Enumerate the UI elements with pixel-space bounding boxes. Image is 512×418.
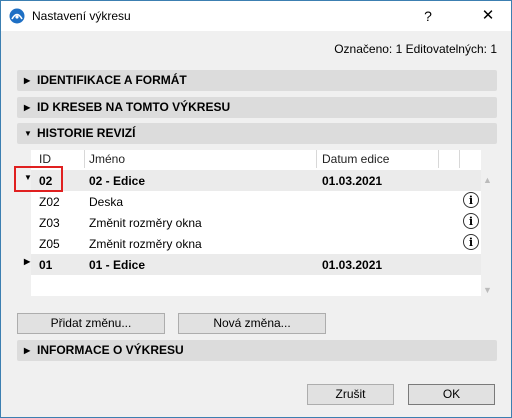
row-name: 01 - Edice [89, 258, 146, 272]
table-header: ID Jméno Datum edice [31, 150, 481, 168]
row-id: Z05 [39, 237, 60, 251]
scroll-up-icon[interactable]: ▲ [483, 175, 492, 185]
section-drawing-ids-label: ID KRESEB NA TOMTO VÝKRESU [37, 100, 231, 114]
row-date: 01.03.2021 [322, 174, 383, 188]
table-row-change[interactable]: Z03 Změnit rozměry okna i [31, 212, 481, 233]
triangle-right-icon: ▶ [24, 346, 31, 355]
title-bar: Nastavení výkresu ? ✕ [1, 1, 511, 31]
new-change-button[interactable]: Nová změna... [178, 313, 326, 334]
section-identification[interactable]: ▶ IDENTIFIKACE A FORMÁT [17, 70, 497, 91]
triangle-right-icon: ▶ [24, 76, 31, 85]
row-id: 01 [39, 258, 53, 272]
revision-table: ID Jméno Datum edice ▼ 02 02 - Edice 01.… [24, 150, 481, 296]
triangle-down-icon: ▼ [24, 129, 32, 138]
ok-button[interactable]: OK [408, 384, 495, 405]
row-id: Z03 [39, 216, 60, 230]
selection-info: Označeno: 1 Editovatelných: 1 [334, 42, 497, 56]
table-row-issue[interactable]: ▶ 01 01 - Edice 01.03.2021 [24, 254, 481, 275]
table-row-issue[interactable]: ▼ 02 02 - Edice 01.03.2021 [24, 170, 481, 191]
triangle-right-icon[interactable]: ▶ [24, 257, 30, 266]
column-divider [438, 150, 439, 168]
table-row-change[interactable]: Z05 Změnit rozměry okna i [31, 233, 481, 254]
column-divider [316, 150, 317, 168]
row-id: Z02 [39, 195, 60, 209]
triangle-right-icon: ▶ [24, 103, 31, 112]
archicad-icon [9, 8, 25, 24]
info-icon[interactable]: i [463, 213, 479, 229]
column-divider [459, 150, 460, 168]
table-row-change[interactable]: Z02 Deska i [31, 191, 481, 212]
section-drawing-info-label: INFORMACE O VÝKRESU [37, 343, 184, 357]
section-identification-label: IDENTIFIKACE A FORMÁT [37, 73, 187, 87]
section-revision-history-label: HISTORIE REVIZÍ [37, 126, 136, 140]
close-button[interactable]: ✕ [465, 1, 511, 31]
dialog-title: Nastavení výkresu [32, 9, 131, 23]
highlight-marker [14, 166, 63, 192]
column-divider [84, 150, 85, 168]
column-header-id[interactable]: ID [39, 152, 51, 166]
info-icon[interactable]: i [463, 234, 479, 250]
column-header-name[interactable]: Jméno [89, 152, 125, 166]
section-drawing-ids[interactable]: ▶ ID KRESEB NA TOMTO VÝKRESU [17, 97, 497, 118]
dialog-window: Nastavení výkresu ? ✕ Označeno: 1 Editov… [0, 0, 512, 418]
cancel-button[interactable]: Zrušit [307, 384, 394, 405]
column-header-date[interactable]: Datum edice [322, 152, 389, 166]
row-name: 02 - Edice [89, 174, 146, 188]
section-drawing-info[interactable]: ▶ INFORMACE O VÝKRESU [17, 340, 497, 361]
row-name: Změnit rozměry okna [89, 237, 202, 251]
row-date: 01.03.2021 [322, 258, 383, 272]
section-revision-history[interactable]: ▼ HISTORIE REVIZÍ [17, 123, 497, 144]
row-name: Deska [89, 195, 124, 209]
add-change-button[interactable]: Přidat změnu... [17, 313, 165, 334]
row-name: Změnit rozměry okna [89, 216, 202, 230]
scroll-down-icon[interactable]: ▼ [483, 285, 492, 295]
help-button[interactable]: ? [405, 1, 451, 31]
info-icon[interactable]: i [463, 192, 479, 208]
